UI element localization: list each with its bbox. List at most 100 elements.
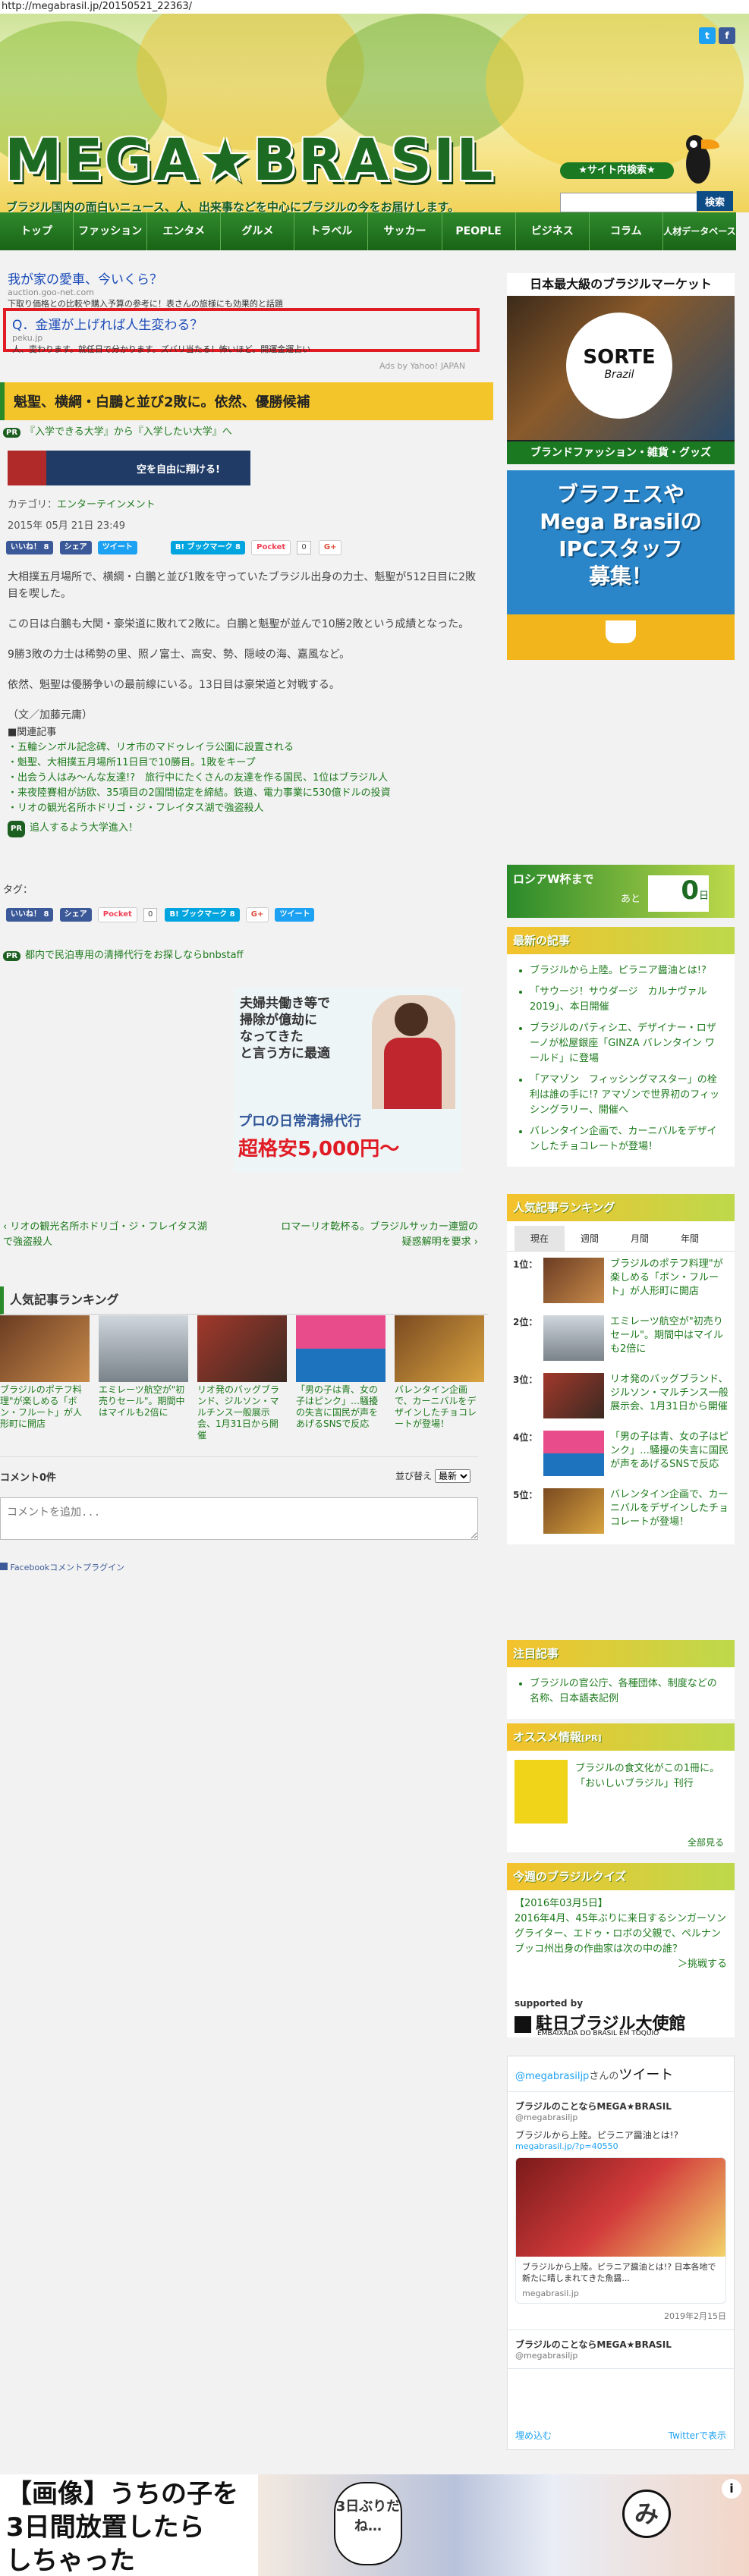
article-author: （文／加藤元庸） bbox=[8, 709, 93, 721]
book-thumb bbox=[515, 1760, 568, 1824]
bottom-ad-banner[interactable]: 【画像】うちの子を 3日間放置したら しちゃった 3日ぶりだね… み i bbox=[0, 2474, 749, 2576]
site-tagline: ブラジル国内の面白いニュース、人、出来事などを中心にブラジルの今をお届けします。 bbox=[6, 200, 460, 212]
hatena-bookmark-button[interactable]: B! ブックマーク 8 bbox=[165, 908, 240, 922]
search-button[interactable]: 検索 bbox=[697, 191, 733, 211]
ad-2-desc: 人、変わります。就任日で分かります。ズバリ当たる！怖いほど。開運金運占い bbox=[12, 344, 311, 354]
banner-text: 【画像】うちの子を bbox=[6, 2479, 238, 2509]
facebook-icon[interactable]: f bbox=[719, 27, 735, 44]
next-article-link[interactable]: ロマーリオ乾杯る。ブラジルサッカー連盟の疑惑解明を要求 › bbox=[281, 1220, 478, 1250]
nav-fashion[interactable]: ファッション bbox=[74, 212, 148, 250]
fb-plugin-link[interactable]: Facebookコメントプラグイン bbox=[0, 1561, 478, 1573]
ad-2-title[interactable]: Q．金運が上げれば人生変わる？ bbox=[12, 314, 470, 333]
popular-title: 人気記事ランキング bbox=[0, 1286, 488, 1315]
info-icon[interactable]: i bbox=[722, 2479, 741, 2499]
gplus-button[interactable]: G+ bbox=[318, 540, 342, 555]
university-banner[interactable]: 空を自由に翔ける! bbox=[8, 451, 250, 485]
popular-item[interactable]: エミレーツ航空が"初売りセール"。期間中はマイルも2倍に bbox=[99, 1315, 188, 1418]
page-url: http://megabrasil.jp/20150521_22363/ bbox=[0, 0, 749, 14]
nav-soccer[interactable]: サッカー bbox=[368, 212, 442, 250]
twitter-icon[interactable]: t bbox=[699, 27, 716, 44]
see-all-link[interactable]: 全部見る bbox=[688, 1836, 724, 1849]
quiz-question[interactable]: 【2016年03月5日】 2016年4月、45年ぶりに来日するシンガーソングライ… bbox=[507, 1890, 735, 1978]
tab-yearly[interactable]: 年間 bbox=[665, 1226, 715, 1251]
quiz-title: 今週のブラジルクイズ bbox=[507, 1863, 735, 1890]
pocket-button[interactable]: Pocket bbox=[251, 540, 291, 555]
latest-link[interactable]: バレンタイン企画で、カーニバルをデザインしたチョコレートが登場！ bbox=[530, 1124, 724, 1154]
pocket-button[interactable]: Pocket bbox=[97, 907, 137, 922]
nav-database[interactable]: 人材データベース bbox=[663, 212, 736, 250]
article-paragraph: 9勝3敗の力士は稀勢の里、照ノ富士、高安、勢、隠岐の海、嘉風など。 bbox=[8, 649, 351, 661]
comment-count: コメント0件 bbox=[0, 1472, 57, 1484]
latest-link[interactable]: ブラジルから上陸。ピラニア醤油とは!? bbox=[530, 963, 724, 979]
tweet-button[interactable]: ツイート bbox=[97, 541, 137, 554]
pr-link-2[interactable]: 追人するよう大学進入！ bbox=[30, 822, 138, 834]
latest-link[interactable]: 「アマゾン フィッシングマスター」の栓利は誰の手に!? アマゾンで世界初のフィッ… bbox=[530, 1073, 724, 1118]
nav-top[interactable]: トップ bbox=[0, 212, 74, 250]
site-header: t f MEGA★BRASIL ブラジル国内の面白いニュース、人、出来事などを中… bbox=[0, 14, 749, 212]
ranking-thumb bbox=[543, 1258, 604, 1303]
ranking-number: 2位： bbox=[513, 1317, 538, 1327]
embassy-en: EMBAIXADA DO BRASIL EM TÓQUIO bbox=[537, 2030, 659, 2037]
hatena-bookmark-button[interactable]: B! ブックマーク 8 bbox=[170, 541, 245, 554]
popular-item[interactable]: リオ発のバッグブランド、ジルソン・マルチンス一般展示会、1月31日から開催 bbox=[197, 1315, 287, 1441]
comment-input[interactable] bbox=[0, 1497, 478, 1540]
nav-entame[interactable]: エンタメ bbox=[147, 212, 222, 250]
ranking-row[interactable]: 2位： エミレーツ航空が"初売りセール"。期間中はマイルも2倍に bbox=[507, 1309, 735, 1367]
fb-share-button[interactable]: シェア bbox=[59, 541, 92, 554]
tab-weekly[interactable]: 週間 bbox=[565, 1226, 615, 1251]
related-link[interactable]: ・五輪シンボル記念碑、リオ市のマドゥレイラ公園に設置される bbox=[8, 740, 391, 756]
ranking-row[interactable]: 3位： リオ発のバッグブランド、ジルソン・マルチンス一般展示会、1月31日から開… bbox=[507, 1367, 735, 1425]
supported-label: supported by bbox=[515, 1998, 584, 2009]
ranking-row[interactable]: 5位： バレンタイン企画で、カーニバルをデザインしたチョコレートが登場！ bbox=[507, 1482, 735, 1544]
popular-item[interactable]: 「男の子は青、女の子はピンク」…騒擾の失言に国民が声をあげるSNSで反応 bbox=[296, 1315, 386, 1430]
fb-share-button[interactable]: シェア bbox=[59, 908, 92, 922]
recommend-widget: オススメ情報[PR] ブラジルの食文化がこの1冊に。「おいしいブラジル」刊行 全… bbox=[507, 1723, 735, 1852]
latest-link[interactable]: ブラジルのパティシエ、デザイナー・ロザーノが松屋銀座「GINZA バレンタイン … bbox=[530, 1021, 724, 1067]
latest-title: 最新の記事 bbox=[507, 927, 735, 954]
site-logo[interactable]: MEGA★BRASIL bbox=[5, 126, 495, 193]
sort-select[interactable]: 最新 bbox=[435, 1469, 470, 1483]
notice-link[interactable]: ブラジルの官公庁、各種団体、制度などの名称、日本語表記例 bbox=[530, 1676, 724, 1707]
tweet[interactable]: ブラジルのことならMEGA★BRASIL @megabrasiljp ブラジルか… bbox=[508, 2092, 734, 2330]
popular-caption: バレンタイン企画で、カーニバルをデザインしたチョコレートが登場！ bbox=[395, 1384, 477, 1429]
ranking-row[interactable]: 4位： 「男の子は青、女の子はピンク」…騒擾の失言に国民が声をあげるSNSで反応 bbox=[507, 1425, 735, 1482]
gplus-button[interactable]: G+ bbox=[245, 907, 269, 922]
ad-1-title[interactable]: 我が家の愛車、今いくら？ bbox=[8, 269, 478, 287]
nav-business[interactable]: ビジネス bbox=[516, 212, 590, 250]
category-link[interactable]: エンターテインメント bbox=[57, 499, 156, 510]
nav-people[interactable]: PEOPLE bbox=[442, 212, 516, 250]
related-link[interactable]: ・魁聖、大相撲五月場所11日目で10勝目。1敗をキープ bbox=[8, 756, 391, 771]
nav-travel[interactable]: トラベル bbox=[294, 212, 369, 250]
tweet-button[interactable]: ツイート bbox=[275, 908, 315, 922]
ad-2-box[interactable]: Q．金運が上げれば人生変わる？ peku.jp 人、変わります。就任日で分かりま… bbox=[3, 308, 480, 354]
tweet-card[interactable]: ブラジルから上陸。ピラニア醤油とは!? 日本各地で新たに晴しまれてきた魚醤...… bbox=[515, 2157, 726, 2304]
tab-monthly[interactable]: 月間 bbox=[615, 1226, 665, 1251]
search-input[interactable] bbox=[560, 193, 698, 212]
social-icons: t f bbox=[699, 27, 735, 44]
cleaning-ad[interactable]: 夫婦共働き等で 掃除が億劫に なってきた と言う方に最適 プロの日常清掃代行 超… bbox=[234, 988, 461, 1173]
related-articles: ■関連記事 ・五輪シンボル記念碑、リオ市のマドゥレイラ公園に設置される ・魁聖、… bbox=[8, 725, 391, 837]
related-link[interactable]: ・来夜陸賽相が訪欧、35項目の2国間協定を締結。鉄道、電力事業に530億ドルの投… bbox=[8, 786, 391, 801]
sorte-ad[interactable]: 日本最大級のブラジルマーケット SORTE Brazil ブランドファッション・… bbox=[507, 273, 735, 464]
popular-item[interactable]: ブラジルのポテフ料理"が楽しめる「ボン・フルート」が人形町に開店 bbox=[0, 1315, 90, 1430]
recruit-ad[interactable]: ブラフェスや Mega Brasilの IPCスタッフ 募集！ bbox=[507, 470, 735, 660]
related-link[interactable]: ・出会う人はみ～んな友達!? 旅行中にたくさんの友達を作る国民、1位はブラジル人 bbox=[8, 771, 391, 786]
pr-link[interactable]: 『入学できる大学』から『入学したい大学』へ bbox=[25, 426, 232, 438]
ranking-row[interactable]: 1位： ブラジルのポテフ料理"が楽しめる「ボン・フルート」が人形町に開店 bbox=[507, 1252, 735, 1309]
prev-article-link[interactable]: ‹ リオの観光名所ホドリゴ・ジ・フレイタス湖で強盗殺人 bbox=[3, 1220, 216, 1250]
tweet[interactable]: ブラジルのことならMEGA★BRASIL @megabrasiljp bbox=[508, 2330, 734, 2369]
nav-column[interactable]: コラム bbox=[590, 212, 663, 250]
latest-link[interactable]: 「サウージ！サウダージ カルナヴァル2019」、本日開催 bbox=[530, 985, 724, 1015]
ranking-thumb bbox=[543, 1431, 604, 1476]
countdown-unit: 日 bbox=[698, 891, 709, 902]
recommend-link[interactable]: ブラジルの食文化がこの1冊に。「おいしいブラジル」刊行 bbox=[575, 1761, 724, 1792]
embed-link[interactable]: 埋め込む bbox=[515, 2429, 552, 2442]
view-on-twitter-link[interactable]: Twitterで表示 bbox=[669, 2429, 726, 2442]
nav-gourmet[interactable]: グルメ bbox=[221, 212, 295, 250]
pr-link-3[interactable]: 都内で民泊専用の清掃代行をお探しならbnbstaff bbox=[25, 950, 244, 961]
popular-item[interactable]: バレンタイン企画で、カーニバルをデザインしたチョコレートが登場！ bbox=[395, 1315, 484, 1430]
fb-like-button[interactable]: いいね！ 8 bbox=[6, 541, 54, 554]
tab-now[interactable]: 現在 bbox=[515, 1226, 565, 1251]
fb-like-button[interactable]: いいね！ 8 bbox=[6, 908, 54, 922]
related-link[interactable]: ・リオの観光名所ホドリゴ・ジ・フレイタス湖で強盗殺人 bbox=[8, 801, 391, 816]
